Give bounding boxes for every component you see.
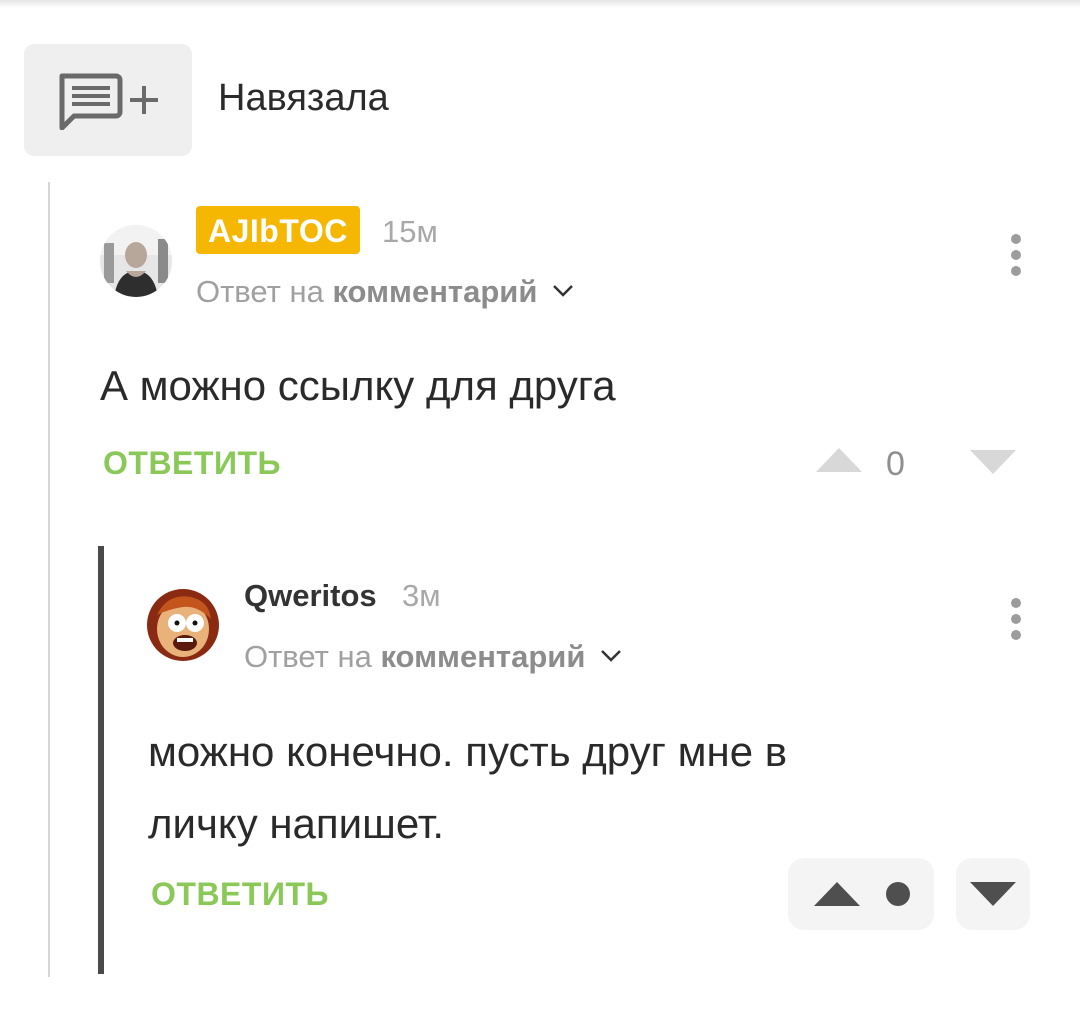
author-name[interactable]: Qweritos [244,578,377,614]
comment-text-line: можно конечно. пусть друг мне в [148,728,788,775]
avatar[interactable] [147,589,219,661]
more-options-icon[interactable] [1006,598,1026,648]
more-options-icon[interactable] [1006,234,1026,284]
reply-to-link[interactable]: Ответ на комментарий [196,274,574,310]
reply-to-link[interactable]: Ответ на комментарий [244,639,622,675]
author-name-badge[interactable]: AJIbTOC [196,206,360,254]
downvote-icon[interactable] [970,450,1016,474]
reply-button[interactable]: ОТВЕТИТЬ [151,876,329,912]
thread-line[interactable] [48,182,50,977]
reply-to-target: комментарий [380,639,586,674]
top-divider [0,0,1080,8]
chevron-down-icon [553,284,573,297]
add-comment-button[interactable] [24,44,192,156]
comment-time: 15м [382,214,438,249]
rating-hidden-dot [886,882,910,906]
downvote-icon[interactable] [970,882,1016,906]
comment-text: А можно ссылку для друга [100,362,616,409]
rating-count: 0 [886,445,905,483]
vote-group [788,858,934,930]
reply-to-prefix: Ответ на [196,274,324,309]
comment-text-line: личку напишет. [148,800,445,847]
add-comment-icon [59,73,158,130]
reply-to-prefix: Ответ на [244,639,372,674]
chevron-down-icon [601,649,621,662]
thread-line-active[interactable] [98,546,104,974]
reply-button[interactable]: ОТВЕТИТЬ [103,445,281,481]
avatar[interactable] [100,225,172,297]
reply-to-target: комментарий [332,274,538,309]
post-title: Навязала [218,77,389,119]
upvote-icon[interactable] [814,882,860,906]
comment-time: 3м [402,578,441,613]
upvote-icon[interactable] [816,448,862,472]
